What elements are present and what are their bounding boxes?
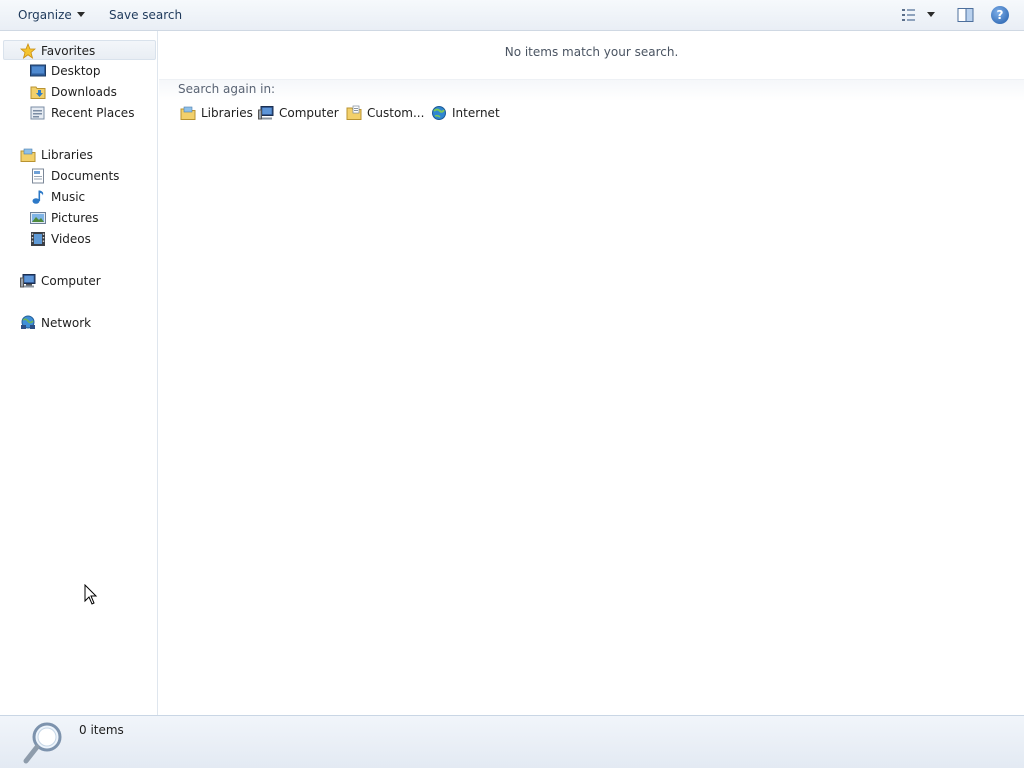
- change-view-button[interactable]: [901, 7, 919, 23]
- nav-item-label: Documents: [51, 169, 120, 183]
- search-again-band: [159, 79, 1024, 101]
- nav-item-recent-places[interactable]: Recent Places: [0, 103, 157, 123]
- organize-label: Organize: [18, 8, 72, 22]
- pictures-icon: [30, 212, 46, 224]
- chevron-down-icon: [76, 12, 85, 17]
- nav-libraries-label: Libraries: [41, 148, 93, 162]
- search-again-label: Search again in:: [178, 82, 276, 96]
- music-note-icon: [32, 190, 44, 204]
- search-again-link-label: Computer: [279, 106, 339, 120]
- downloads-folder-icon: [30, 86, 46, 99]
- documents-icon: [32, 168, 44, 184]
- preview-pane-icon: [957, 8, 974, 22]
- nav-computer[interactable]: Computer: [0, 271, 157, 291]
- favorites-star-icon: [20, 43, 36, 59]
- nav-favorites-label: Favorites: [41, 44, 96, 58]
- nav-item-desktop[interactable]: Desktop: [0, 61, 157, 81]
- command-bar: Organize Save search ?: [0, 0, 1024, 31]
- nav-item-label: Recent Places: [51, 106, 135, 120]
- nav-item-label: Desktop: [51, 64, 101, 78]
- view-options-chevron-icon[interactable]: [927, 12, 935, 17]
- network-icon: [21, 315, 35, 329]
- help-button[interactable]: ?: [991, 6, 1009, 24]
- nav-item-label: Pictures: [51, 211, 99, 225]
- nav-libraries[interactable]: Libraries: [0, 145, 157, 165]
- item-count: 0 items: [79, 723, 124, 737]
- search-again-link-label: Libraries: [201, 106, 253, 120]
- search-again-link-label: Internet: [452, 106, 500, 120]
- internet-icon: [432, 106, 446, 120]
- libraries-icon: [180, 106, 196, 120]
- nav-item-label: Videos: [51, 232, 91, 246]
- nav-network-label: Network: [41, 316, 92, 330]
- save-search-button[interactable]: Save search: [109, 7, 182, 24]
- nav-network[interactable]: Network: [0, 313, 157, 333]
- nav-item-downloads[interactable]: Downloads: [0, 82, 157, 102]
- search-results-pane: No items match your search. Search again…: [159, 31, 1024, 715]
- search-magnifier-icon: [23, 722, 62, 764]
- search-again-link-label: Custom...: [367, 106, 425, 120]
- recent-places-icon: [30, 106, 45, 120]
- desktop-icon: [30, 64, 46, 77]
- nav-item-label: Downloads: [51, 85, 117, 99]
- nav-item-music[interactable]: Music: [0, 187, 157, 207]
- help-icon: ?: [996, 8, 1004, 22]
- mouse-cursor-icon: [84, 584, 98, 605]
- view-list-icon: [902, 9, 915, 21]
- nav-item-pictures[interactable]: Pictures: [0, 208, 157, 228]
- nav-favorites[interactable]: Favorites: [3, 40, 156, 60]
- nav-item-documents[interactable]: Documents: [0, 166, 157, 186]
- custom-folder-icon: [346, 105, 362, 120]
- organize-button[interactable]: Organize: [18, 7, 85, 24]
- libraries-icon: [20, 148, 36, 162]
- nav-item-videos[interactable]: Videos: [0, 229, 157, 249]
- computer-icon: [258, 106, 274, 120]
- details-pane: 0 items: [0, 715, 1024, 768]
- computer-icon: [20, 274, 36, 288]
- preview-pane-button[interactable]: [957, 7, 975, 23]
- empty-results-message: No items match your search.: [504, 45, 679, 59]
- nav-computer-label: Computer: [41, 274, 101, 288]
- nav-item-label: Music: [51, 190, 86, 204]
- videos-filmstrip-icon: [31, 232, 45, 246]
- navigation-pane: Favorites Desktop Downloads Recent Place…: [0, 31, 158, 715]
